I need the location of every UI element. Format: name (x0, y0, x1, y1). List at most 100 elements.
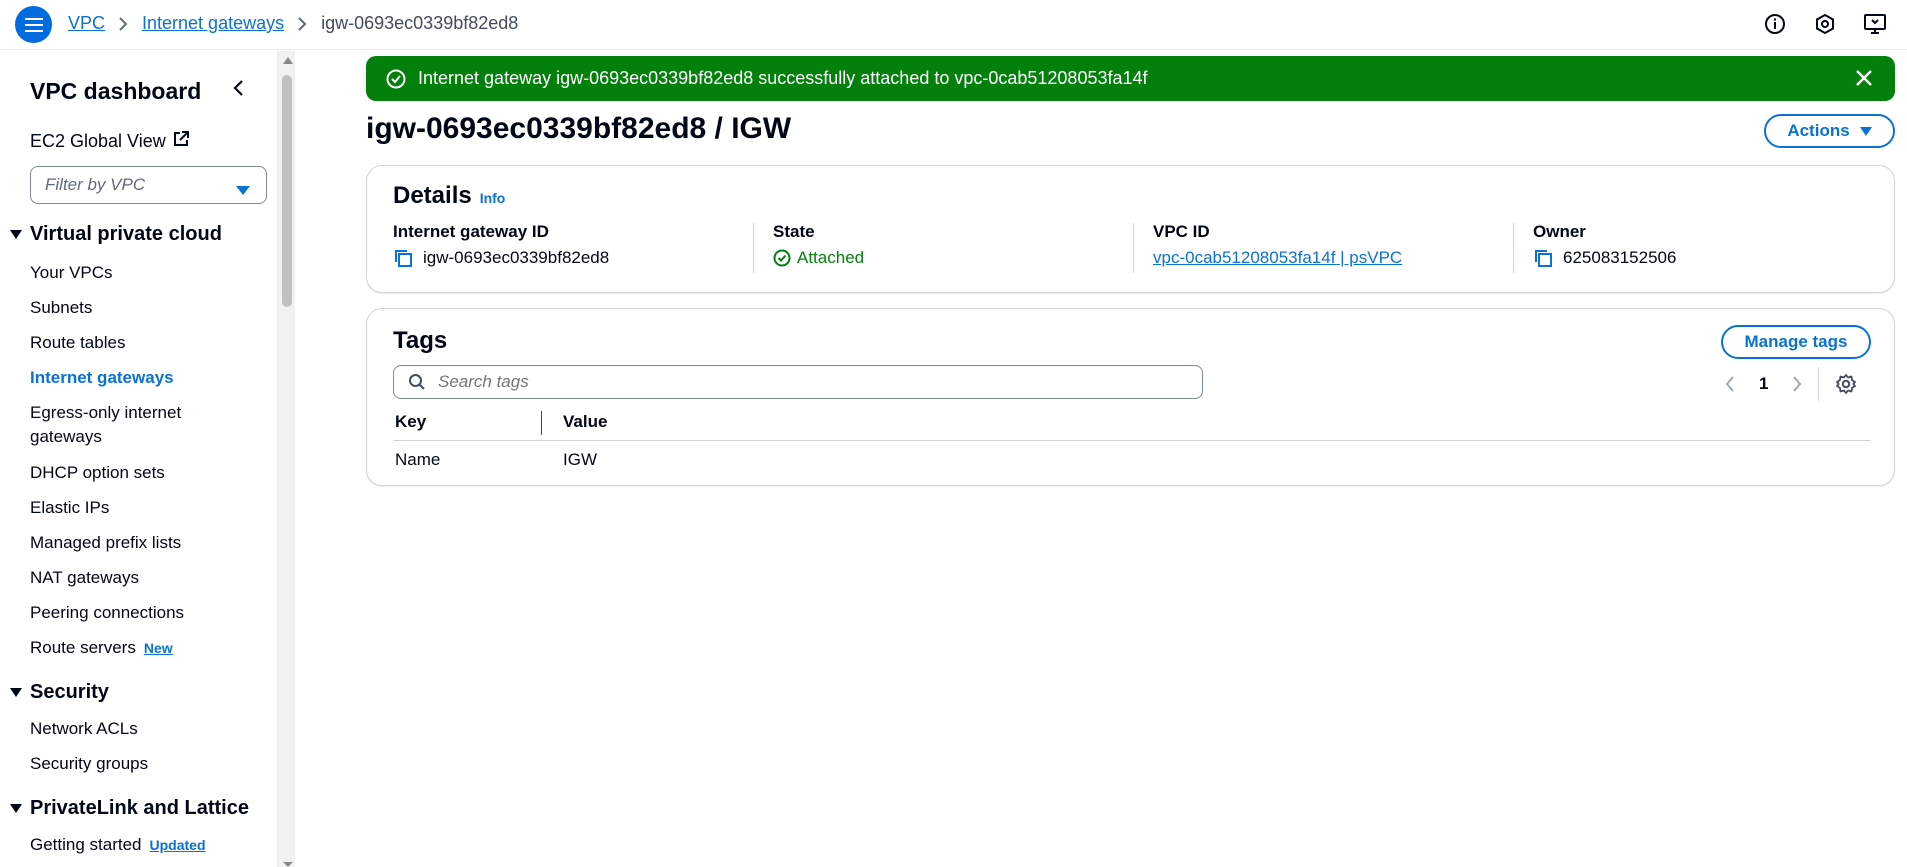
info-icon[interactable] (1763, 12, 1787, 36)
caret-down-icon (10, 223, 22, 246)
sidebar-item-ec2-global-view[interactable]: EC2 Global View (30, 130, 190, 153)
details-panel: Details Info Internet gateway ID igw-0693… (366, 165, 1895, 293)
feedback-icon[interactable] (1863, 12, 1887, 36)
breadcrumb: VPC Internet gateways igw-0693ec0339bf82… (68, 13, 518, 34)
search-icon (408, 373, 426, 391)
igw-id-field: Internet gateway ID igw-0693ec0339bf82ed… (393, 222, 609, 268)
sidebar-scrollbar[interactable] (277, 51, 295, 867)
sidebar-item-your-vpcs[interactable]: Your VPCs (30, 261, 113, 285)
caret-down-icon (1859, 121, 1872, 141)
breadcrumb-current: igw-0693ec0339bf82ed8 (321, 13, 519, 33)
sidebar-item-peering-connections[interactable]: Peering connections (30, 601, 184, 625)
column-header-key[interactable]: Key (395, 412, 426, 432)
chevron-right-icon (298, 16, 307, 31)
caret-down-icon (10, 681, 22, 704)
scrollbar-thumb[interactable] (282, 75, 292, 307)
flash-message: Internet gateway igw-0693ec0339bf82ed8 s… (418, 68, 1148, 88)
status-success-icon (773, 249, 791, 267)
sidebar-title[interactable]: VPC dashboard (30, 78, 201, 105)
tags-panel: Tags Manage tags 1 Key Value Name IGW (366, 308, 1895, 486)
success-check-icon (386, 69, 406, 89)
sidebar-item-route-tables[interactable]: Route tables (30, 331, 125, 355)
column-divider (1513, 223, 1514, 273)
sidebar-item-getting-started[interactable]: Getting started Updated (30, 833, 206, 857)
table-cell-value: IGW (563, 450, 597, 469)
breadcrumb-vpc[interactable]: VPC (68, 13, 105, 34)
filter-placeholder: Filter by VPC (45, 175, 146, 194)
sidebar-item-security-groups[interactable]: Security groups (30, 752, 148, 776)
section-virtual-private-cloud[interactable]: Virtual private cloud (10, 223, 222, 246)
copy-icon[interactable] (393, 248, 413, 268)
vpc-id-label: VPC ID (1153, 222, 1210, 241)
state-label: State (773, 222, 815, 241)
close-icon[interactable] (1855, 69, 1873, 92)
top-utility-icons (1763, 12, 1887, 36)
sidebar-item-egress-only-internet-gateways[interactable]: Egress-only internet gateways (30, 401, 230, 449)
updated-badge[interactable]: Updated (150, 837, 206, 853)
pager-divider (1818, 367, 1820, 401)
sidebar-item-route-servers[interactable]: Route servers New (30, 636, 173, 660)
search-tags-input[interactable] (438, 372, 1138, 392)
sidebar-item-managed-prefix-lists[interactable]: Managed prefix lists (30, 531, 181, 555)
new-badge[interactable]: New (144, 640, 173, 656)
sidebar-item-elastic-ips[interactable]: Elastic IPs (30, 496, 109, 520)
info-link[interactable]: Info (480, 190, 506, 206)
section-label: PrivateLink and Lattice (30, 797, 249, 819)
actions-button[interactable]: Actions (1764, 114, 1895, 148)
manage-tags-button[interactable]: Manage tags (1721, 325, 1871, 359)
sidebar-item-label: EC2 Global View (30, 131, 166, 151)
sidebar-item-dhcp-option-sets[interactable]: DHCP option sets (30, 461, 165, 485)
owner-label: Owner (1533, 222, 1586, 241)
section-security[interactable]: Security (10, 681, 109, 704)
sidebar-item-label: Route servers (30, 638, 136, 657)
vpc-id-field: VPC ID vpc-0cab51208053fa14f | psVPC (1153, 222, 1402, 268)
table-cell-key: Name (395, 450, 441, 469)
table-divider (393, 440, 1871, 441)
next-page-icon[interactable] (1792, 376, 1802, 392)
scroll-up-arrow-icon[interactable] (283, 57, 293, 64)
sidebar-item-nat-gateways[interactable]: NAT gateways (30, 566, 139, 590)
section-privatelink-and-lattice[interactable]: PrivateLink and Lattice (10, 797, 249, 820)
scroll-down-arrow-icon[interactable] (283, 862, 293, 867)
caret-down-icon (236, 181, 250, 201)
previous-page-icon[interactable] (1725, 376, 1735, 392)
breadcrumb-internet-gateways[interactable]: Internet gateways (142, 13, 284, 34)
caret-down-icon (10, 797, 22, 820)
tags-heading: Tags (393, 327, 448, 354)
igw-id-label: Internet gateway ID (393, 222, 549, 241)
side-navigation: VPC dashboard EC2 Global View Filter by … (0, 51, 277, 867)
sidebar-item-internet-gateways[interactable]: Internet gateways (30, 366, 174, 390)
section-label: Virtual private cloud (30, 223, 222, 245)
column-header-value[interactable]: Value (563, 412, 607, 432)
vpc-id-link[interactable]: vpc-0cab51208053fa14f | psVPC (1153, 248, 1402, 268)
page-title: igw-0693ec0339bf82ed8 / IGW (366, 112, 792, 145)
search-tags-field[interactable] (393, 365, 1203, 399)
sidebar-item-label: Getting started (30, 835, 142, 854)
current-page-number[interactable]: 1 (1759, 374, 1768, 394)
sidebar-item-subnets[interactable]: Subnets (30, 296, 92, 320)
owner-value: 625083152506 (1563, 248, 1677, 267)
details-heading: Details Info (393, 182, 505, 210)
filter-by-vpc-select[interactable]: Filter by VPC (30, 166, 267, 204)
notifications-icon[interactable] (1813, 12, 1837, 36)
collapse-sidebar-icon[interactable] (230, 79, 248, 97)
state-value: Attached (797, 248, 865, 267)
column-divider (1133, 223, 1134, 273)
external-link-icon (172, 130, 190, 153)
igw-id-value: igw-0693ec0339bf82ed8 (423, 248, 610, 267)
section-label: Security (30, 681, 109, 703)
top-bar: VPC Internet gateways igw-0693ec0339bf82… (0, 0, 1907, 50)
column-divider (753, 223, 754, 273)
pagination: 1 (1725, 367, 1857, 401)
column-resizer[interactable] (541, 411, 542, 435)
chevron-right-icon (119, 16, 128, 31)
details-heading-text: Details (393, 182, 472, 209)
state-field: State Attached (773, 222, 864, 268)
hamburger-icon (24, 17, 43, 32)
menu-button[interactable] (15, 6, 52, 43)
settings-gear-icon[interactable] (1835, 373, 1857, 395)
success-flash-banner: Internet gateway igw-0693ec0339bf82ed8 s… (366, 56, 1895, 101)
owner-field: Owner 625083152506 (1533, 222, 1676, 268)
sidebar-item-network-acls[interactable]: Network ACLs (30, 717, 138, 741)
copy-icon[interactable] (1533, 248, 1553, 268)
